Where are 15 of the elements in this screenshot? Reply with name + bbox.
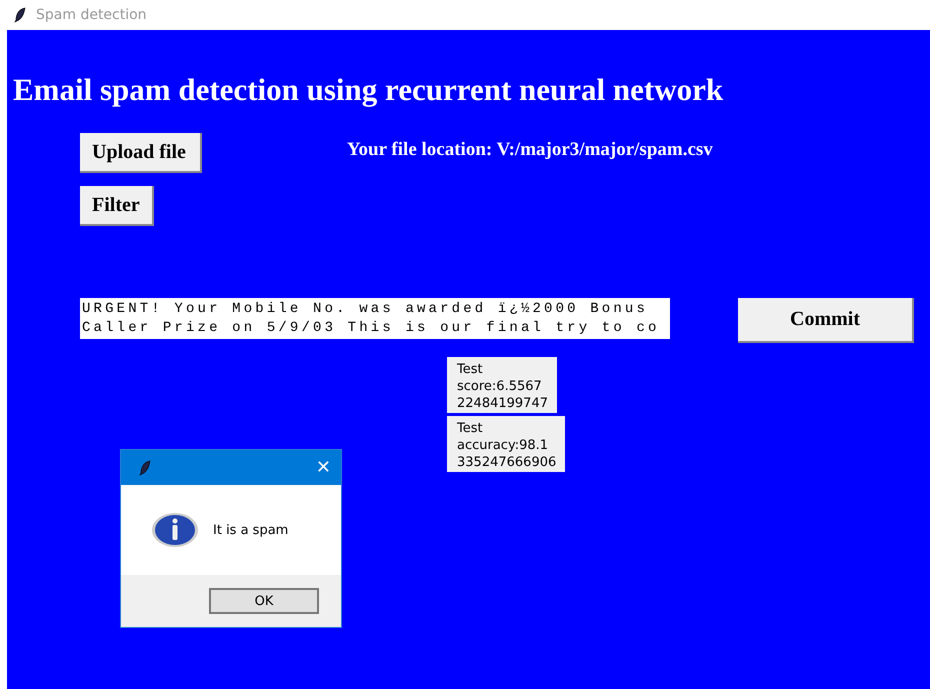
close-icon[interactable]: ✕: [316, 457, 331, 478]
message-text-area[interactable]: URGENT! Your Mobile No. was awarded ï¿½2000 Bonus Caller Prize on 5/9/03 This is our final try to co: [80, 298, 670, 339]
result-label: Test accuracy:98.1 335247666906: [447, 416, 566, 472]
result-label: Test score:6.5567 22484199747: [447, 357, 557, 413]
file-location-text: Your file location: V:/major3/major/spam.csv: [346, 139, 713, 161]
window-title: Spam detection: [36, 7, 147, 23]
feather-icon: [139, 460, 151, 476]
filter-button[interactable]: Filter: [80, 186, 154, 226]
dialog-message: It is a spam: [213, 522, 288, 538]
heading: Email spam detection using recurrent neural network: [13, 72, 724, 108]
feather-icon: [14, 7, 26, 23]
upload-file-button[interactable]: Upload file: [80, 133, 202, 173]
ok-button[interactable]: OK: [209, 588, 319, 614]
info-icon: [151, 512, 199, 548]
commit-button[interactable]: Commit: [738, 298, 914, 343]
